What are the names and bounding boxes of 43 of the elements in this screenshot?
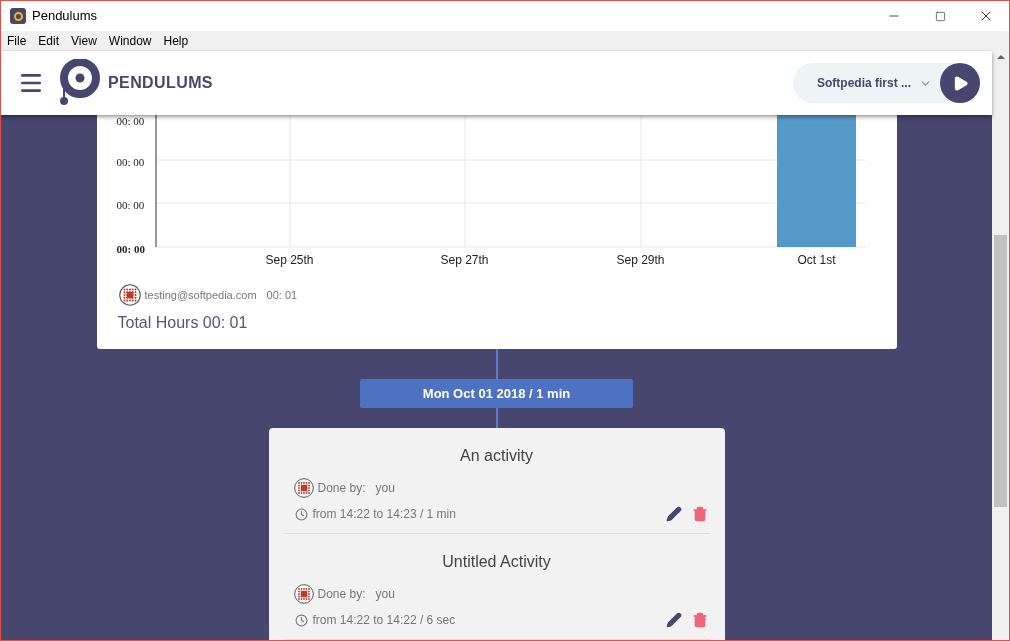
menu-item[interactable]: Help [163, 32, 189, 50]
menu-item[interactable]: Edit [38, 32, 60, 50]
activity-time: from 14:22 to 14:23 / 1 min [312, 506, 456, 523]
brand-name: PENDULUMS [108, 73, 213, 93]
activity-time: from 14:22 to 14:22 / 6 sec [312, 612, 456, 629]
maximize-icon [934, 10, 946, 22]
x-axis-label: Oct 1st [797, 252, 836, 269]
clock-icon [294, 613, 308, 627]
done-by-value: you [375, 480, 395, 497]
activity-title: An activity [460, 446, 533, 466]
y-axis-label: 00: 00 [116, 114, 145, 129]
total-hours: Total Hours 00: 01 [117, 313, 249, 333]
edit-icon[interactable] [665, 506, 682, 522]
y-axis-label: 00: 00 [116, 198, 145, 213]
done-by-label: Done by: [317, 586, 366, 603]
scroll-up-icon[interactable] [996, 55, 1005, 59]
y-axis-label: 00: 00 [116, 242, 145, 257]
menu-item[interactable]: File [7, 32, 27, 50]
play-button[interactable] [940, 63, 980, 103]
avatar-icon [293, 584, 314, 604]
user-email: testing@softpedia.com [144, 287, 257, 303]
delete-icon[interactable] [691, 506, 708, 522]
avatar-icon [293, 478, 314, 498]
activity-title: Untitled Activity [442, 552, 551, 572]
x-axis-label: Sep 27th [440, 252, 489, 269]
done-by-label: Done by: [317, 480, 366, 497]
scrollbar-thumb[interactable] [994, 235, 1007, 507]
x-axis-label: Sep 25th [265, 252, 314, 269]
app-logo-icon [10, 8, 26, 24]
clock-icon [294, 507, 308, 521]
day-label: Mon Oct 01 2018 / 1 min [360, 378, 633, 409]
menu-item[interactable]: View [71, 32, 97, 50]
project-selector[interactable]: Softpedia first ... [793, 63, 980, 103]
user-time: 00: 01 [266, 287, 298, 303]
delete-icon[interactable] [691, 612, 708, 628]
window-title: Pendulums [32, 7, 98, 26]
pendulum-logo-icon [58, 59, 100, 107]
y-axis-label: 00: 00 [116, 155, 145, 170]
menu-item[interactable]: Window [108, 32, 152, 50]
avatar-icon [118, 284, 141, 306]
done-by-value: you [375, 586, 395, 603]
x-axis-label: Sep 29th [616, 252, 665, 269]
edit-icon[interactable] [665, 612, 682, 628]
